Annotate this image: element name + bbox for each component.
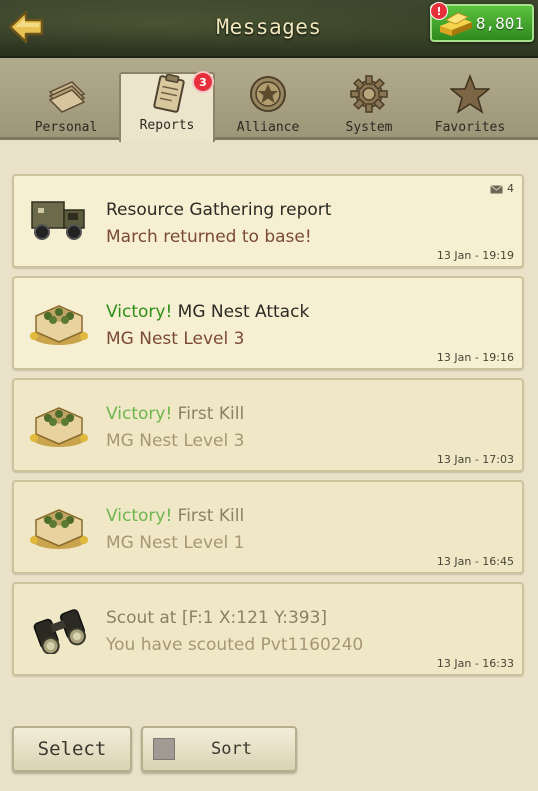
gear-icon: [350, 75, 388, 113]
message-timestamp: 13 Jan - 16:33: [436, 657, 514, 670]
tab-label: Personal: [34, 120, 98, 135]
mail-icon: [490, 184, 503, 193]
tab-label: System: [345, 120, 393, 135]
message-timestamp: 13 Jan - 16:45: [436, 555, 514, 568]
message-subtitle: MG Nest Level 1: [106, 533, 245, 553]
message-title-text: Scout at [F:1 X:121 Y:393]: [106, 608, 328, 628]
envelope-stack-icon: [48, 81, 86, 113]
binoculars-icon: [33, 609, 86, 654]
message-timestamp: 13 Jan - 19:19: [436, 249, 514, 262]
message-title: Resource Gathering report: [106, 200, 331, 220]
message-subtitle: March returned to base!: [106, 227, 312, 247]
mg-nest-icon: [30, 509, 88, 549]
message-subtitle: MG Nest Level 3: [106, 431, 245, 451]
gold-alert-badge: !: [430, 2, 448, 20]
gold-amount: 8,801: [475, 14, 524, 33]
tab-label: Favorites: [434, 120, 506, 135]
tab-favorites[interactable]: Favorites: [422, 68, 518, 140]
message-title-text: First Kill: [172, 506, 245, 526]
tab-system[interactable]: System: [321, 68, 417, 140]
truck-icon: [31, 201, 85, 240]
sort-label: Sort: [211, 739, 252, 759]
message-title-text: Resource Gathering report: [106, 200, 332, 220]
message-title-text: First Kill: [172, 404, 245, 424]
tab-label: Reports: [139, 118, 195, 133]
sort-checkbox-icon: [153, 738, 175, 760]
star-emblem-icon: [250, 76, 286, 112]
message-item[interactable]: Victory! First Kill MG Nest Level 3 13 J…: [12, 378, 524, 472]
tab-alliance[interactable]: Alliance: [220, 68, 316, 140]
message-title: Scout at [F:1 X:121 Y:393]: [106, 608, 327, 628]
mail-count-value: 4: [507, 182, 514, 195]
message-subtitle: MG Nest Level 3: [106, 329, 245, 349]
message-item[interactable]: Victory! MG Nest Attack MG Nest Level 3 …: [12, 276, 524, 370]
clipboard-icon: [153, 74, 185, 113]
tab-personal[interactable]: Personal: [18, 68, 114, 140]
mg-nest-icon: [30, 305, 88, 345]
tab-label: Alliance: [236, 120, 300, 135]
top-bar: Messages ! 8,801: [0, 0, 538, 58]
message-item[interactable]: Scout at [F:1 X:121 Y:393] You have scou…: [12, 582, 524, 676]
message-title-text: MG Nest Attack: [172, 302, 310, 322]
message-title: Victory! First Kill: [106, 506, 244, 526]
star-icon: [450, 74, 490, 114]
message-timestamp: 13 Jan - 19:16: [436, 351, 514, 364]
message-title: Victory! MG Nest Attack: [106, 302, 309, 322]
message-timestamp: 13 Jan - 17:03: [436, 453, 514, 466]
mg-nest-icon: [30, 407, 88, 447]
victory-label: Victory!: [106, 404, 173, 424]
message-subtitle: You have scouted Pvt1160240: [106, 635, 364, 655]
gold-purchase-button[interactable]: ! 8,801: [430, 2, 534, 42]
message-title: Victory! First Kill: [106, 404, 244, 424]
select-button[interactable]: Select: [12, 726, 132, 772]
message-item[interactable]: 4 Resource Gathering report March return…: [12, 174, 524, 268]
victory-label: Victory!: [106, 302, 173, 322]
reports-unread-badge: 3: [192, 71, 214, 93]
tab-bar: Personal 3 Reports Alliance System Favor…: [0, 58, 538, 142]
tab-reports[interactable]: 3 Reports: [119, 71, 215, 142]
victory-label: Victory!: [106, 506, 173, 526]
sort-button[interactable]: Sort: [141, 726, 297, 772]
message-item[interactable]: Victory! First Kill MG Nest Level 1 13 J…: [12, 480, 524, 574]
mail-count: 4: [490, 182, 514, 195]
